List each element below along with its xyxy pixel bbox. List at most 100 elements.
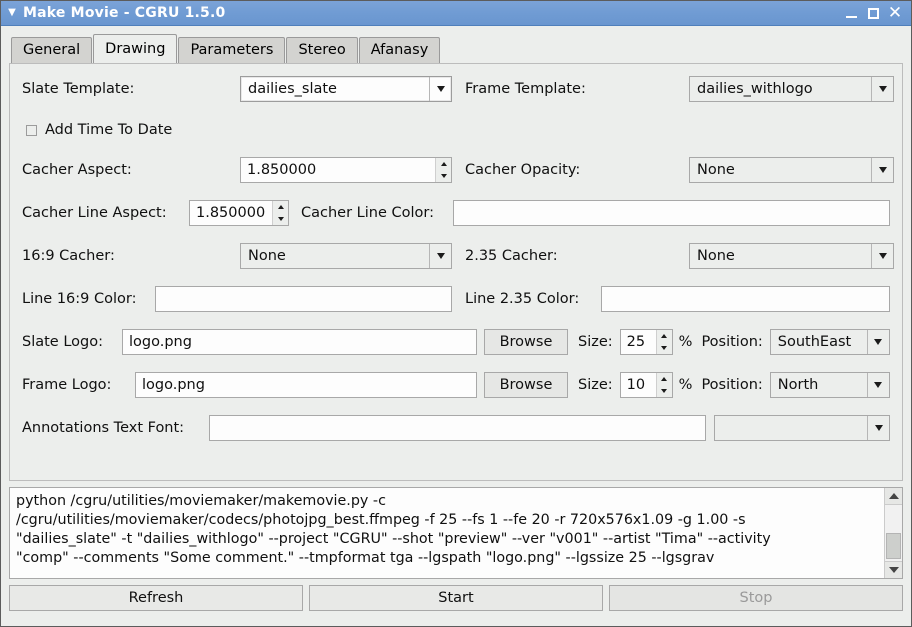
line-169-color-field[interactable]	[155, 286, 452, 312]
slate-logo-percent-label: %	[678, 334, 693, 350]
frame-logo-position-value: North	[777, 377, 819, 393]
window-menu-icon[interactable]: ▼	[1, 8, 23, 18]
spinner-up-icon[interactable]	[657, 330, 672, 342]
chevron-down-icon[interactable]	[871, 158, 893, 182]
command-output-panel: python /cgru/utilities/moviemaker/makemo…	[9, 487, 903, 579]
spinner-up-icon[interactable]	[273, 201, 288, 213]
annotations-text-font-field[interactable]	[209, 415, 706, 441]
cacher-opacity-label: Cacher Opacity:	[465, 162, 581, 178]
add-time-to-date-checkbox[interactable]: Add Time To Date	[22, 119, 172, 141]
cacher-opacity-value: None	[697, 162, 735, 178]
slate-logo-position-combo[interactable]: SouthEast	[769, 329, 890, 355]
cacher-169-combo[interactable]: None	[240, 243, 452, 269]
slate-logo-position-label: Position:	[701, 334, 763, 350]
spinner-down-icon[interactable]	[273, 213, 288, 225]
slate-logo-label: Slate Logo:	[22, 334, 103, 350]
row-annotations-font: Annotations Text Font:	[22, 415, 890, 441]
spinner-down-icon[interactable]	[436, 170, 451, 182]
chevron-down-icon[interactable]	[866, 330, 889, 354]
slate-logo-field[interactable]: logo.png	[122, 329, 477, 355]
cacher-aspect-spinner[interactable]: 1.850000	[240, 157, 452, 183]
line-169-color-label: Line 16:9 Color:	[22, 291, 137, 307]
command-line: "dailies_slate" -t "dailies_withlogo" --…	[16, 531, 771, 547]
cacher-235-group: 2.35 Cacher: None	[465, 243, 894, 269]
frame-logo-size-value: 10	[626, 377, 646, 393]
frame-logo-field[interactable]: logo.png	[135, 372, 477, 398]
spinner-buttons[interactable]	[655, 373, 672, 397]
title-bar: ▼ Make Movie - CGRU 1.5.0 ✕	[1, 1, 911, 26]
make-movie-window: ▼ Make Movie - CGRU 1.5.0 ✕ General Draw…	[0, 0, 912, 627]
stop-button: Stop	[609, 585, 903, 611]
tab-parameters[interactable]: Parameters	[178, 37, 286, 63]
chevron-down-icon[interactable]	[866, 373, 889, 397]
slate-template-group: Slate Template: dailies_slate	[22, 76, 465, 102]
chevron-down-icon[interactable]	[429, 77, 451, 101]
tab-drawing[interactable]: Drawing	[93, 34, 178, 63]
start-button[interactable]: Start	[309, 585, 603, 611]
cacher-line-aspect-spinner[interactable]: 1.850000	[189, 200, 289, 226]
spinner-buttons[interactable]	[655, 330, 672, 354]
slate-logo-browse-button[interactable]: Browse	[484, 329, 568, 355]
scroll-up-icon	[888, 493, 899, 499]
cacher-169-value: None	[248, 248, 286, 264]
spinner-down-icon[interactable]	[657, 342, 672, 354]
slate-logo-position-value: SouthEast	[777, 334, 852, 350]
row-add-time: Add Time To Date	[22, 119, 890, 141]
scroll-down-button[interactable]	[885, 561, 902, 578]
cacher-aspect-group: Cacher Aspect: 1.850000	[22, 157, 465, 183]
spinner-buttons[interactable]	[272, 201, 288, 225]
slate-logo-size-value: 25	[626, 334, 646, 350]
frame-template-label: Frame Template:	[465, 81, 586, 97]
minimize-icon	[845, 15, 857, 18]
cacher-line-color-group: Cacher Line Color:	[289, 200, 890, 226]
line-235-color-field[interactable]	[601, 286, 890, 312]
window-title: Make Movie - CGRU 1.5.0	[23, 5, 226, 21]
chevron-down-icon[interactable]	[871, 244, 893, 268]
cacher-opacity-combo[interactable]: None	[689, 157, 894, 183]
scrollbar-track[interactable]	[885, 505, 902, 561]
refresh-button[interactable]: Refresh	[9, 585, 303, 611]
spinner-down-icon[interactable]	[657, 385, 672, 397]
scroll-up-button[interactable]	[885, 488, 902, 505]
cacher-aspect-label: Cacher Aspect:	[22, 162, 132, 178]
frame-logo-size-spinner[interactable]: 10	[619, 372, 673, 398]
cacher-aspect-value: 1.850000	[247, 162, 317, 178]
tab-general[interactable]: General	[11, 37, 93, 63]
slate-template-value: dailies_slate	[248, 81, 337, 97]
cacher-line-color-field[interactable]	[453, 200, 890, 226]
line-169-color-group: Line 16:9 Color:	[22, 286, 465, 312]
cacher-opacity-group: Cacher Opacity: None	[465, 157, 894, 183]
command-line: /cgru/utilities/moviemaker/codecs/photoj…	[16, 512, 746, 528]
spinner-up-icon[interactable]	[657, 373, 672, 385]
console-scrollbar[interactable]	[884, 488, 902, 578]
spinner-buttons[interactable]	[435, 158, 451, 182]
tab-stereo[interactable]: Stereo	[286, 37, 358, 63]
frame-logo-position-label: Position:	[701, 377, 763, 393]
command-line: python /cgru/utilities/moviemaker/makemo…	[16, 493, 386, 509]
cacher-235-combo[interactable]: None	[689, 243, 894, 269]
close-button[interactable]: ✕	[884, 3, 906, 23]
maximize-button[interactable]	[862, 3, 884, 23]
line-235-color-group: Line 2.35 Color:	[465, 286, 890, 312]
slate-logo-size-spinner[interactable]: 25	[619, 329, 673, 355]
chevron-down-icon[interactable]	[429, 244, 451, 268]
tab-afanasy[interactable]: Afanasy	[358, 37, 441, 63]
cacher-169-group: 16:9 Cacher: None	[22, 243, 465, 269]
row-cachers: 16:9 Cacher: None 2.35 Cacher: None	[22, 243, 894, 269]
chevron-down-icon[interactable]	[867, 416, 889, 440]
spinner-up-icon[interactable]	[436, 158, 451, 170]
maximize-icon	[867, 7, 879, 19]
cacher-235-label: 2.35 Cacher:	[465, 248, 558, 264]
frame-logo-browse-button[interactable]: Browse	[484, 372, 568, 398]
minimize-button[interactable]	[840, 3, 862, 23]
command-output-text[interactable]: python /cgru/utilities/moviemaker/makemo…	[10, 488, 884, 578]
cacher-line-aspect-value: 1.850000	[196, 205, 266, 221]
slate-template-combo[interactable]: dailies_slate	[240, 76, 452, 102]
row-templates: Slate Template: dailies_slate Frame Temp…	[22, 76, 894, 102]
frame-template-combo[interactable]: dailies_withlogo	[689, 76, 894, 102]
frame-logo-position-combo[interactable]: North	[769, 372, 890, 398]
scrollbar-thumb[interactable]	[886, 533, 901, 559]
chevron-down-icon[interactable]	[871, 77, 893, 101]
cacher-line-aspect-group: Cacher Line Aspect: 1.850000	[22, 200, 289, 226]
annotations-text-font-combo[interactable]	[714, 415, 890, 441]
